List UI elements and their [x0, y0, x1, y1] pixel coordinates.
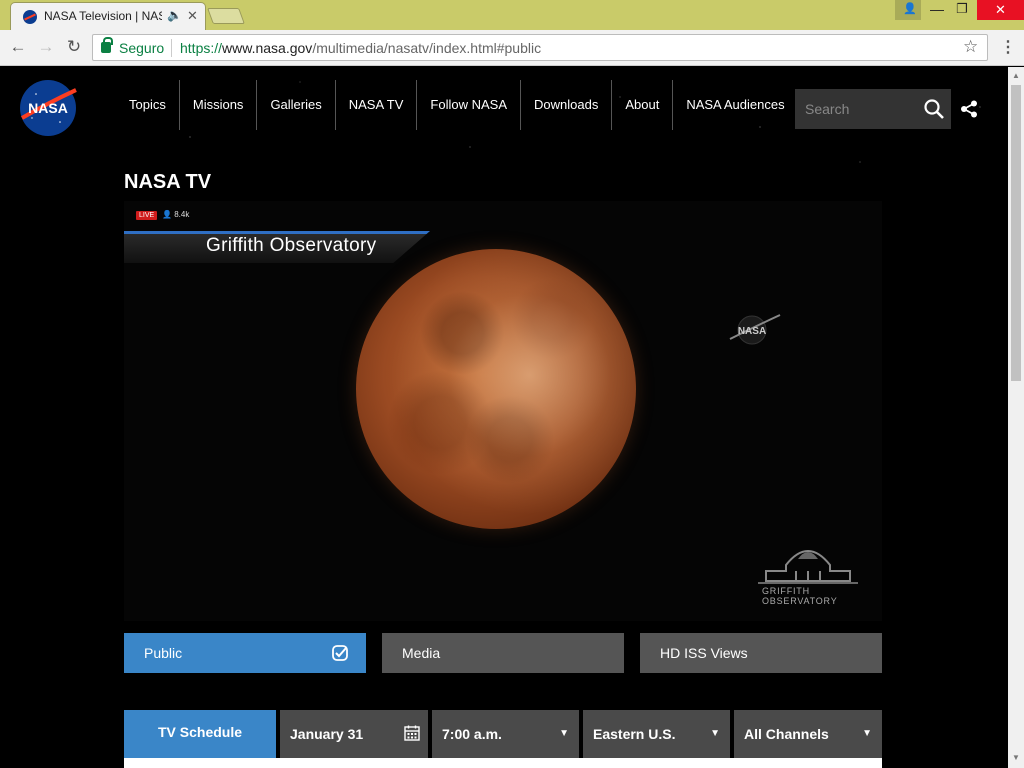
- bookmark-star-icon[interactable]: ☆: [963, 37, 978, 57]
- forward-arrow-icon[interactable]: →: [34, 36, 58, 58]
- channel-tab-media[interactable]: Media: [382, 633, 624, 673]
- nav-nasa-tv[interactable]: NASA TV: [336, 80, 418, 130]
- viewer-count: 👤 8.4k: [162, 210, 189, 219]
- schedule-table-top: [124, 758, 882, 768]
- chevron-down-icon: ▼: [862, 728, 872, 739]
- tv-schedule-title: TV Schedule: [124, 710, 276, 758]
- speaker-icon[interactable]: 🔈: [167, 8, 182, 22]
- nav-downloads[interactable]: Downloads: [521, 80, 613, 130]
- back-arrow-icon[interactable]: ←: [6, 36, 30, 58]
- schedule-time-value: 7:00 a.m.: [442, 726, 502, 742]
- main-navigation: Topics Missions Galleries NASA TV Follow…: [116, 80, 798, 130]
- channel-tab-hd-iss-views[interactable]: HD ISS Views: [640, 633, 882, 673]
- video-player[interactable]: LIVE 👤 8.4k Griffith Observatory NASA GR…: [124, 201, 882, 621]
- nasa-logo[interactable]: NASA: [18, 78, 78, 138]
- lock-icon: [101, 37, 113, 53]
- nav-galleries[interactable]: Galleries: [257, 80, 336, 130]
- tab-title: NASA Television | NASA: [44, 9, 162, 23]
- nasa-favicon-icon: [23, 10, 37, 24]
- viewer-icon: 👤: [162, 210, 172, 219]
- griffith-watermark-text: GRIFFITH OBSERVATORY: [762, 586, 838, 606]
- reload-icon[interactable]: ↻: [62, 36, 86, 58]
- calendar-icon: [404, 725, 420, 741]
- url-protocol: https://: [180, 40, 223, 56]
- url-path: /multimedia/nasatv/index.html#public: [312, 40, 542, 56]
- maximize-button[interactable]: ❐: [950, 1, 974, 17]
- schedule-timezone-value: Eastern U.S.: [593, 726, 676, 742]
- address-bar[interactable]: Seguro https://www.nasa.gov/multimedia/n…: [92, 34, 988, 61]
- close-window-button[interactable]: ✕: [977, 0, 1024, 20]
- nav-missions[interactable]: Missions: [180, 80, 258, 130]
- scroll-down-arrow-icon[interactable]: ▼: [1012, 753, 1020, 762]
- viewer-count-value: 8.4k: [174, 210, 190, 219]
- nasa-watermark-logo: NASA: [729, 314, 781, 345]
- channel-tab-label: Public: [144, 645, 183, 661]
- schedule-time-select[interactable]: 7:00 a.m. ▼: [432, 710, 579, 758]
- video-banner-text: Griffith Observatory: [206, 235, 377, 256]
- url-separator: [171, 39, 172, 57]
- scroll-up-arrow-icon[interactable]: ▲: [1012, 71, 1020, 80]
- browser-toolbar: ← → ↻ Seguro https://www.nasa.gov/multim…: [0, 30, 1024, 66]
- nav-follow-nasa[interactable]: Follow NASA: [417, 80, 521, 130]
- share-icon[interactable]: [960, 100, 978, 118]
- scrollbar-thumb[interactable]: [1011, 85, 1021, 381]
- schedule-channel-select[interactable]: All Channels ▼: [734, 710, 882, 758]
- svg-text:NASA: NASA: [28, 100, 68, 116]
- chevron-down-icon: ▼: [559, 728, 569, 739]
- nav-nasa-audiences[interactable]: NASA Audiences: [673, 80, 797, 130]
- minimize-button[interactable]: —: [925, 1, 949, 17]
- search-box: [795, 89, 951, 129]
- page-content: NASA Topics Missions Galleries NASA TV F…: [0, 67, 1008, 768]
- channel-tab-label: Media: [402, 645, 441, 661]
- url-host: www.nasa.gov: [222, 40, 313, 56]
- new-tab-button[interactable]: [207, 8, 245, 24]
- tab-close-icon[interactable]: ✕: [187, 8, 198, 24]
- lunar-eclipse-moon: [356, 249, 636, 529]
- schedule-date-value: January 31: [290, 726, 364, 742]
- secure-label: Seguro: [119, 40, 165, 56]
- channel-tab-label: HD ISS Views: [660, 645, 748, 661]
- live-badge: LIVE: [136, 211, 158, 220]
- channel-tab-public[interactable]: Public: [124, 633, 366, 673]
- check-icon: [332, 645, 348, 661]
- schedule-timezone-select[interactable]: Eastern U.S. ▼: [583, 710, 730, 758]
- url-text[interactable]: https://www.nasa.gov/multimedia/nasatv/i…: [180, 40, 541, 56]
- chevron-down-icon: ▼: [710, 728, 720, 739]
- search-input[interactable]: [795, 89, 915, 129]
- browser-tab[interactable]: NASA Television | NASA 🔈 ✕: [10, 2, 206, 30]
- page-title: NASA TV: [124, 171, 212, 193]
- nav-topics[interactable]: Topics: [116, 80, 180, 130]
- page-scrollbar[interactable]: ▲ ▼: [1008, 67, 1024, 768]
- nasa-watermark-text: NASA: [738, 326, 766, 337]
- schedule-channel-value: All Channels: [744, 726, 829, 742]
- user-icon: 👤: [903, 3, 917, 15]
- schedule-date-picker[interactable]: January 31: [280, 710, 428, 758]
- browser-titlebar: NASA Television | NASA 🔈 ✕ 👤 — ❐ ✕: [0, 0, 1024, 30]
- nav-about[interactable]: About: [612, 80, 674, 130]
- browser-menu-icon[interactable]: ⋮: [1000, 37, 1016, 57]
- search-icon[interactable]: [923, 98, 945, 120]
